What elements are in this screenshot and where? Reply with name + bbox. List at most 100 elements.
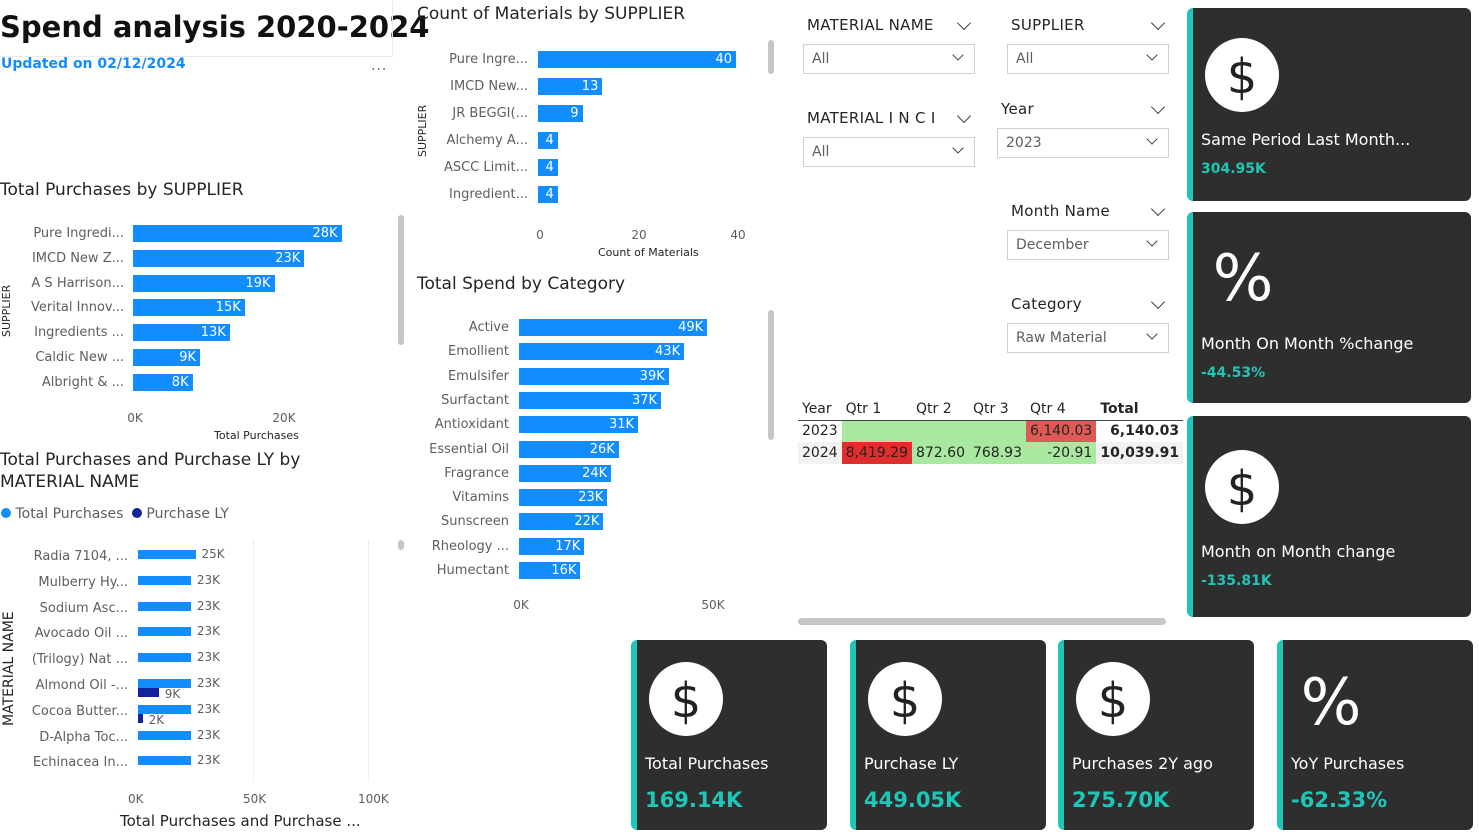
bar[interactable]: 37K <box>519 391 662 409</box>
bar[interactable]: 15K <box>133 299 245 317</box>
total-data-label: 23K <box>196 701 221 716</box>
bar[interactable]: 22K <box>519 513 604 531</box>
total-purchases-bar[interactable] <box>138 627 191 637</box>
total-purchases-bar[interactable] <box>138 653 191 663</box>
category-label: Sunscreen <box>441 514 509 530</box>
total-purchases-supplier-chart[interactable]: Pure Ingredi... 28K IMCD New Z... 23K A S Ha… <box>14 222 394 442</box>
material-name-dropdown[interactable]: All <box>803 44 975 74</box>
slicer-month[interactable]: Month Name December <box>1007 198 1169 260</box>
spend-category-chart[interactable]: Active 49K Emollient 43K Emulsifer 39K Surfact… <box>415 316 765 616</box>
bar[interactable]: 23K <box>133 249 305 267</box>
card-value: -44.53% <box>1201 365 1266 381</box>
slicer-material-inci[interactable]: MATERIAL I N C I All <box>803 105 975 167</box>
total-purchases-bar[interactable] <box>138 601 191 611</box>
more-options-icon[interactable]: ... <box>371 58 387 74</box>
svg-text:$: $ <box>1227 461 1258 513</box>
slicer-supplier[interactable]: SUPPLIER All <box>1007 12 1169 74</box>
spend-category-title: Total Spend by Category <box>417 274 626 294</box>
total-purchases-bar[interactable] <box>138 756 191 766</box>
bar[interactable]: 39K <box>519 367 669 385</box>
card-label: YoY Purchases <box>1291 754 1405 773</box>
spend-category-scrollbar[interactable] <box>768 310 774 440</box>
bar[interactable]: 9 <box>538 105 583 122</box>
count-materials-chart[interactable]: Pure Ingre... 40 IMCD New... 13 JR BEGGI(...… <box>430 46 770 259</box>
matrix-horizontal-scrollbar[interactable] <box>798 618 1166 625</box>
bar[interactable]: 31K <box>519 416 639 434</box>
material-inci-dropdown[interactable]: All <box>803 137 975 167</box>
total-data-label: 23K <box>196 676 221 690</box>
purchases-ly-chart[interactable]: Radia 7104, ... 25K Mulberry Hy... 23K Sodiu… <box>20 540 400 834</box>
x-tick-label: 0K <box>127 410 143 425</box>
bar[interactable]: 43K <box>519 343 685 361</box>
bar[interactable]: 40 <box>538 51 736 68</box>
card-value: 449.05K <box>864 788 962 812</box>
dollar-icon: $ <box>649 662 723 736</box>
x-tick-label: 100K <box>358 792 389 806</box>
count-materials-scrollbar[interactable] <box>768 40 774 74</box>
bar[interactable]: 26K <box>519 440 619 458</box>
bar[interactable]: 9K <box>133 349 201 366</box>
total-purchases-bar[interactable] <box>138 704 191 714</box>
bar[interactable]: 8K <box>133 373 193 391</box>
card-value: 169.14K <box>645 788 743 812</box>
bar-data-label: 39K <box>639 368 665 384</box>
total-data-label: 23K <box>196 598 221 613</box>
bar[interactable]: 28K <box>133 225 342 242</box>
gridline <box>253 540 254 780</box>
card-label: Total Purchases <box>645 754 769 773</box>
bar[interactable]: 17K <box>519 537 585 555</box>
slicer-material-name[interactable]: MATERIAL NAME All <box>803 12 975 74</box>
card-label: Month on Month change <box>1201 542 1396 561</box>
total-purchases-bar[interactable] <box>138 550 196 559</box>
purchase-ly-bar[interactable] <box>138 713 143 723</box>
matrix-cell-q2 <box>911 420 969 442</box>
slicer-category[interactable]: Category Raw Material <box>1007 291 1169 353</box>
card-value: -62.33% <box>1291 788 1388 812</box>
bar[interactable]: 4 <box>538 132 558 149</box>
total-purchases-supplier-y-title: SUPPLIER <box>0 284 13 337</box>
matrix-header-q4: Qtr 4 <box>1029 400 1066 417</box>
x-axis-title: Count of Materials <box>598 246 699 259</box>
matrix-cell-total: 10,039.91 <box>1100 445 1180 461</box>
purchase-ly-bar[interactable] <box>138 688 159 697</box>
total-purchases-bar[interactable] <box>138 730 191 740</box>
category-dropdown[interactable]: Raw Material <box>1007 323 1169 353</box>
x-tick-label: 20 <box>631 228 647 242</box>
supplier-dropdown[interactable]: All <box>1007 44 1169 74</box>
matrix-row-2024[interactable]: 2024 8,419.29 872.60 768.93 -20.91 10,03… <box>798 442 1184 464</box>
total-purchases-bar[interactable] <box>138 575 191 585</box>
category-label: ASCC Limit... <box>443 160 528 175</box>
slicer-month-title: Month Name <box>1011 202 1111 220</box>
bar[interactable]: 49K <box>519 319 708 336</box>
bar[interactable]: 4 <box>538 186 558 203</box>
svg-text:$: $ <box>1098 673 1129 725</box>
matrix-header-q1: Qtr 1 <box>845 400 882 417</box>
bar[interactable]: 19K <box>133 274 275 292</box>
bar[interactable]: 16K <box>519 562 581 579</box>
year-dropdown[interactable]: 2023 <box>997 128 1169 158</box>
bar[interactable]: 24K <box>519 464 612 482</box>
purchases-ly-scrollbar[interactable] <box>398 540 404 550</box>
category-label: IMCD New Z... <box>31 250 124 266</box>
bar[interactable]: 4 <box>538 159 558 176</box>
x-tick-label: 0K <box>128 792 144 806</box>
bar[interactable]: 23K <box>519 489 608 507</box>
month-value: December <box>1016 237 1089 253</box>
bar-data-label: 4 <box>545 133 554 148</box>
legend-dot-total <box>1 508 11 518</box>
header-divider-vertical <box>392 0 393 57</box>
year-value: 2023 <box>1006 135 1042 151</box>
month-dropdown[interactable]: December <box>1007 230 1169 260</box>
page-title: Spend analysis 2020-2024 <box>0 10 430 44</box>
year-quarter-matrix[interactable]: Year Qtr 1 Qtr 2 Qtr 3 Qtr 4 Total 2023 … <box>798 398 1184 464</box>
matrix-row-2023[interactable]: 2023 6,140.03 6,140.03 <box>798 420 1183 442</box>
slicer-supplier-title: SUPPLIER <box>1011 16 1085 34</box>
purchases-ly-title: Total Purchases and Purchase LY by MATER… <box>0 450 301 492</box>
bar[interactable]: 13K <box>133 324 230 342</box>
bar[interactable]: 13 <box>538 78 603 95</box>
category-label: Rheology ... <box>431 538 509 554</box>
total-purchases-supplier-scrollbar[interactable] <box>398 215 404 345</box>
category-label: Ingredient... <box>449 187 528 202</box>
chevron-down-icon <box>952 49 964 61</box>
slicer-year[interactable]: Year 2023 <box>997 96 1169 158</box>
